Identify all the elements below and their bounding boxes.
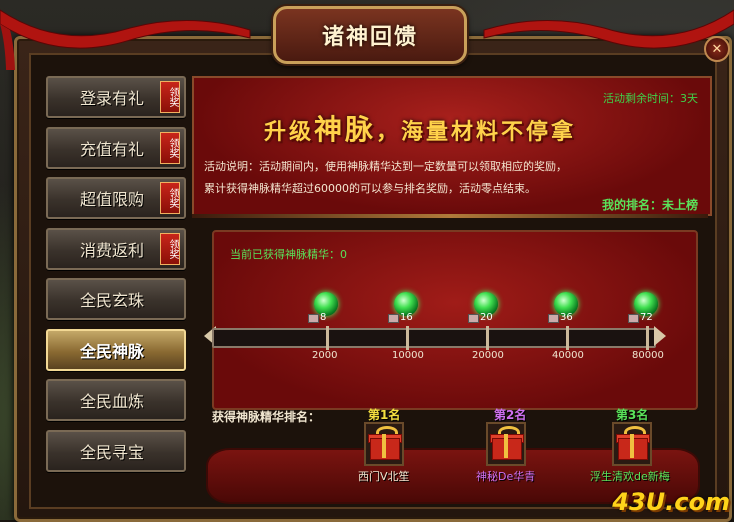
rank-place-3: 第3名 — [616, 408, 649, 422]
reward-chest-icon — [628, 314, 639, 323]
sidebar-item-label: 全民玄珠 — [80, 291, 145, 310]
banner-prefix: 升级 — [264, 119, 315, 145]
sidebar-item-label: 全民寻宝 — [80, 442, 145, 462]
site-watermark: 43U.com — [612, 488, 730, 516]
sidebar-item-spend-rebate[interactable]: 消费返利 领奖 — [46, 227, 186, 270]
sidebar-item-label: 消费返利 — [80, 240, 145, 260]
rank-place-2: 第2名 — [494, 408, 527, 422]
reward-chest-icon — [388, 314, 399, 323]
reward-chest-icon — [308, 314, 319, 323]
event-banner: 升级神脉，海量材料不停拿 — [264, 108, 576, 148]
essence-progress-bar — [212, 326, 656, 350]
sidebar-item-label: 全民神脉 — [80, 341, 145, 361]
sidebar: 登录有礼 领奖 充值有礼 领奖 超值限购 领奖 消费返利 领奖 全民玄珠 全民神… — [46, 76, 186, 480]
main-content: 活动剩余时间：3天 升级神脉，海量材料不停拿 活动说明：活动期间内，使用神脉精华… — [192, 76, 712, 506]
claim-badge: 领奖 — [160, 81, 180, 113]
ribbon-right-decoration — [483, 9, 734, 49]
sidebar-item-label: 超值限购 — [80, 190, 145, 209]
remaining-time: 活动剩余时间：3天 — [603, 92, 698, 105]
sidebar-item-login-gift[interactable]: 登录有礼 领奖 — [46, 76, 186, 118]
sidebar-item-limited-purchase[interactable]: 超值限购 领奖 — [46, 177, 186, 219]
milestone-threshold: 20000 — [472, 350, 504, 361]
milestone-threshold: 2000 — [312, 350, 338, 361]
milestone-tick — [406, 326, 409, 350]
rank-place-1: 第1名 — [368, 408, 401, 422]
reward-count: 36 — [560, 312, 573, 323]
sidebar-item-recharge-gift[interactable]: 充值有礼 领奖 — [46, 126, 186, 169]
milestone-tick — [326, 326, 329, 350]
ribbon-left-decoration — [0, 9, 251, 70]
reward-count: 72 — [640, 312, 653, 323]
gift-box-icon[interactable] — [486, 422, 526, 466]
event-info-panel: 活动剩余时间：3天 升级神脉，海量材料不停拿 活动说明：活动期间内，使用神脉精华… — [192, 76, 712, 216]
sidebar-item-label: 登录有礼 — [80, 89, 145, 108]
milestone-threshold: 40000 — [552, 350, 584, 361]
claim-badge: 领奖 — [160, 131, 180, 164]
milestone-tick — [566, 326, 569, 350]
banner-highlight: 神脉 — [314, 113, 377, 146]
close-icon[interactable]: ✕ — [704, 36, 730, 62]
milestone-threshold: 80000 — [632, 350, 664, 361]
reward-count: 8 — [320, 312, 327, 323]
milestone-threshold: 10000 — [392, 350, 424, 361]
reward-chest-icon — [468, 314, 479, 323]
reward-count: 16 — [400, 312, 413, 323]
window-title: 诸神回馈 — [321, 25, 418, 50]
gift-box-icon[interactable] — [612, 422, 652, 466]
rank-winner-3: 浮生清欢de新梅 — [590, 470, 670, 483]
sidebar-item-xuanzhu[interactable]: 全民玄珠 — [46, 278, 186, 320]
sidebar-item-label: 全民血炼 — [80, 392, 145, 411]
milestone-tick — [646, 326, 649, 350]
milestone-tick — [486, 326, 489, 350]
current-essence: 当前已获得神脉精华：0 — [230, 248, 347, 261]
reward-chest-icon — [548, 314, 559, 323]
event-description-line1: 活动说明：活动期间内，使用神脉精华达到一定数量可以领取相应的奖励， — [204, 160, 567, 173]
sidebar-item-xuelian[interactable]: 全民血炼 — [46, 379, 186, 421]
banner-suffix: ，海量材料不停拿 — [376, 119, 577, 145]
rank-winner-1: 西门V北笙 — [358, 470, 410, 483]
bar-right-cap — [654, 326, 666, 346]
section-divider — [192, 214, 708, 218]
sidebar-item-xunbao[interactable]: 全民寻宝 — [46, 429, 186, 472]
event-description-line2: 累计获得神脉精华超过60000的可以参与排名奖励，活动零点结束。 — [204, 182, 536, 195]
claim-badge: 领奖 — [160, 182, 180, 214]
claim-badge: 领奖 — [160, 232, 180, 265]
sidebar-item-shenmai[interactable]: 全民神脉 — [46, 328, 186, 371]
gift-box-icon[interactable] — [364, 422, 404, 466]
window-title-plate: 诸神回馈 — [273, 6, 467, 64]
reward-count: 20 — [480, 312, 493, 323]
my-rank: 我的排名：未上榜 — [601, 198, 698, 212]
ranking-title: 获得神脉精华排名： — [212, 410, 321, 424]
rank-winner-2: 神秘De华青 — [476, 470, 536, 483]
sidebar-item-label: 充值有礼 — [80, 139, 145, 159]
